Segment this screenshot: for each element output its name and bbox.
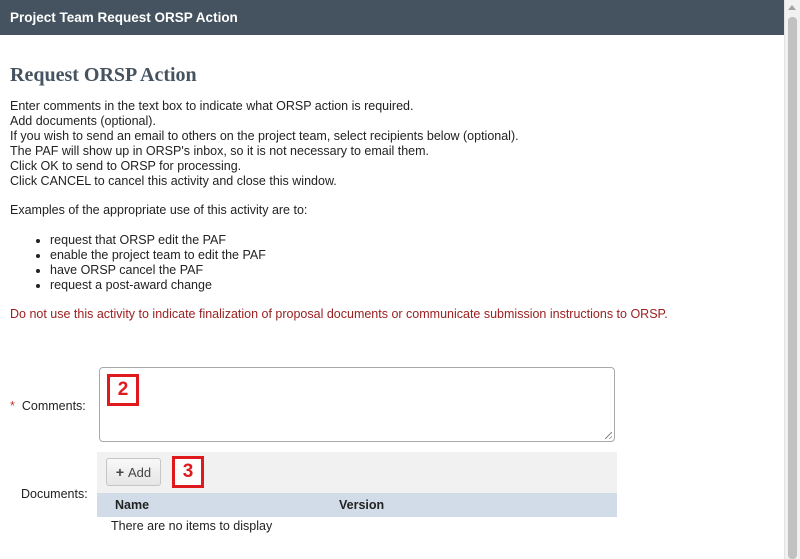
scroll-thumb[interactable] [788, 17, 797, 559]
instruction-line: Enter comments in the text box to indica… [10, 99, 414, 113]
plus-icon: + [115, 464, 125, 480]
documents-label: Documents: [21, 487, 88, 501]
instruction-line: Add documents (optional). [10, 114, 156, 128]
page-title: Request ORSP Action [10, 64, 197, 86]
instructions: Enter comments in the text box to indica… [10, 99, 770, 189]
list-item: request a post-award change [50, 278, 770, 293]
add-document-button[interactable]: + Add [106, 458, 161, 486]
instruction-line: The PAF will show up in ORSP's inbox, so… [10, 144, 429, 158]
comments-textarea[interactable] [99, 367, 615, 442]
examples-intro: Examples of the appropriate use of this … [10, 203, 308, 217]
comments-label: * Comments: [10, 399, 86, 414]
examples-list: request that ORSP edit the PAF enable th… [10, 233, 770, 293]
list-item: enable the project team to edit the PAF [50, 248, 770, 263]
empty-grid-message: There are no items to display [111, 519, 273, 533]
scroll-up-arrow-icon[interactable] [788, 5, 796, 10]
window-title: Project Team Request ORSP Action [0, 0, 784, 35]
warning-message: Do not use this activity to indicate fin… [10, 307, 668, 321]
main-content: Request ORSP Action Enter comments in th… [10, 35, 770, 322]
list-item: request that ORSP edit the PAF [50, 233, 770, 248]
required-marker: * [10, 399, 15, 413]
documents-grid-header: Name Version [97, 493, 617, 517]
column-header-version[interactable]: Version [339, 493, 384, 517]
instruction-line: If you wish to send an email to others o… [10, 129, 519, 143]
annotation-badge-3: 3 [172, 456, 204, 488]
vertical-scrollbar[interactable] [784, 0, 800, 559]
resize-grip-icon[interactable] [605, 432, 612, 439]
column-header-name[interactable]: Name [115, 493, 149, 517]
list-item: have ORSP cancel the PAF [50, 263, 770, 278]
instruction-line: Click CANCEL to cancel this activity and… [10, 174, 337, 188]
add-button-label: Add [128, 464, 152, 480]
instruction-line: Click OK to send to ORSP for processing. [10, 159, 242, 173]
annotation-badge-2: 2 [107, 374, 139, 406]
comments-label-text: Comments: [21, 399, 86, 413]
